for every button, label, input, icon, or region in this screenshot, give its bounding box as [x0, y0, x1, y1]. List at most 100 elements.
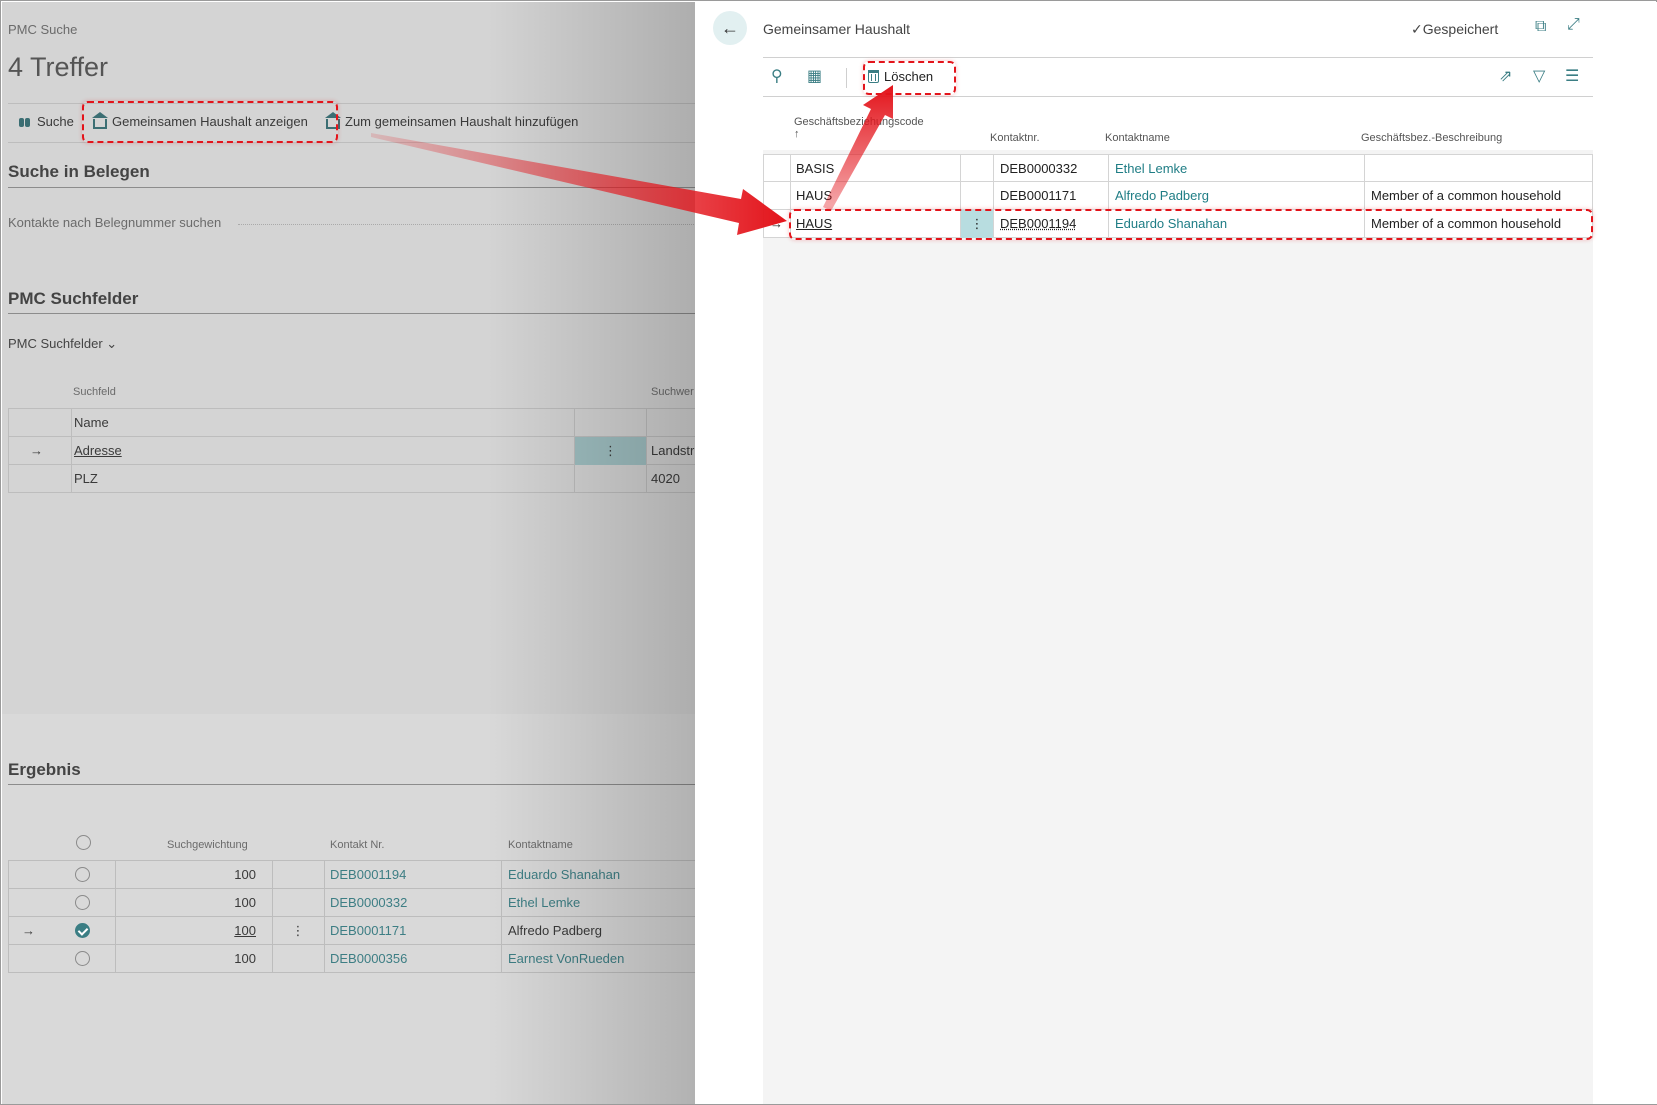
- column-header-contact-no[interactable]: Kontaktnr.: [990, 132, 1040, 144]
- section-divider: [8, 313, 695, 314]
- show-household-action[interactable]: Gemeinsamen Haushalt anzeigen: [92, 111, 308, 129]
- value-cell: Landstr: [651, 443, 695, 458]
- expand-icon[interactable]: ⤢: [1567, 16, 1580, 34]
- result-table: 100 DEB0001194 Eduardo Shanahan 100 DEB0…: [8, 860, 695, 973]
- delete-button[interactable]: Löschen: [868, 69, 933, 84]
- back-button[interactable]: ←: [713, 11, 747, 45]
- search-fields-dropdown[interactable]: PMC Suchfelder ⌄: [8, 336, 117, 352]
- table-row[interactable]: 100 DEB0000332 Ethel Lemke: [8, 889, 695, 917]
- table-row-selected[interactable]: → HAUS ⋮ DEB0001194 Eduardo Shanahan Mem…: [763, 210, 1593, 238]
- filter-icon[interactable]: ▽: [1533, 66, 1545, 86]
- description-cell: Member of a common household: [1371, 216, 1562, 231]
- add-household-icon: [325, 111, 341, 129]
- description-cell: [1371, 155, 1586, 183]
- row-menu-icon[interactable]: ⋮: [961, 210, 993, 238]
- weight-cell: 100: [234, 951, 256, 966]
- column-header-weight: Suchgewichtung: [167, 839, 248, 851]
- search-icon[interactable]: ⚲: [771, 66, 783, 86]
- contact-no-link[interactable]: DEB0001171: [330, 917, 480, 945]
- contact-name-link[interactable]: Eduardo Shanahan: [1115, 210, 1345, 238]
- column-header-description[interactable]: Geschäftsbez.-Beschreibung: [1361, 132, 1502, 144]
- row-arrow-icon: →: [30, 443, 43, 458]
- add-household-label: Zum gemeinsamen Haushalt hinzufügen: [345, 114, 579, 129]
- table-row[interactable]: 100 DEB0000356 Earnest VonRueden: [8, 945, 695, 973]
- row-radio[interactable]: [75, 951, 90, 966]
- saved-status-label: Gespeichert: [1422, 21, 1499, 37]
- screenshot-frame: PMC Suche 4 Treffer Suche Gemeinsamen Ha…: [0, 0, 1657, 1105]
- column-header-relation-code[interactable]: Geschäftsbeziehungscode ↑: [794, 116, 924, 140]
- table-row[interactable]: HAUS DEB0001171 Alfredo Padberg Member o…: [763, 182, 1593, 210]
- weight-cell: 100: [234, 895, 256, 910]
- weight-cell[interactable]: 100: [118, 917, 256, 945]
- table-row[interactable]: → Adresse ⋮ Landstr: [8, 437, 695, 465]
- relation-code-cell[interactable]: HAUS: [796, 182, 946, 210]
- row-menu-icon[interactable]: ⋮: [575, 437, 646, 465]
- contact-name-cell[interactable]: Alfredo Padberg: [508, 917, 695, 945]
- delete-button-label: Löschen: [884, 69, 934, 84]
- dialog-title: Gemeinsamer Haushalt: [763, 21, 911, 37]
- table-row[interactable]: Name: [8, 409, 695, 437]
- row-arrow-icon: →: [770, 216, 783, 231]
- saved-status: ✓Gespeichert: [1411, 21, 1498, 38]
- page-caption: PMC Suche: [8, 22, 78, 37]
- contact-name-link[interactable]: Ethel Lemke: [508, 889, 695, 917]
- result-section-title: Ergebnis: [8, 760, 81, 779]
- column-header-contact-name: Kontaktname: [508, 839, 573, 851]
- open-new-window-icon[interactable]: ⧉: [1535, 18, 1546, 36]
- add-household-action[interactable]: Zum gemeinsamen Haushalt hinzufügen: [325, 111, 579, 129]
- document-search-label: Kontakte nach Belegnummer suchen: [8, 215, 222, 230]
- value-cell: 4020: [651, 471, 680, 486]
- table-row[interactable]: → 100 ⋮ DEB0001171 Alfredo Padberg: [8, 917, 695, 945]
- contact-no-link[interactable]: DEB0000356: [330, 945, 480, 973]
- page-title: 4 Treffer: [8, 52, 109, 82]
- search-action[interactable]: Suche: [18, 114, 74, 129]
- field-cell: PLZ: [74, 471, 98, 486]
- field-cell: Name: [74, 415, 109, 430]
- table-row[interactable]: 100 DEB0001194 Eduardo Shanahan: [8, 861, 695, 889]
- contact-no-link[interactable]: DEB0001194: [330, 861, 480, 889]
- search-action-label: Suche: [37, 114, 74, 129]
- household-icon: [92, 111, 108, 129]
- column-header-relation-code-label: Geschäftsbeziehungscode: [794, 116, 924, 128]
- arrow-left-icon: ←: [721, 17, 739, 38]
- row-radio[interactable]: [75, 867, 90, 882]
- document-search-input[interactable]: [238, 224, 695, 225]
- weight-cell: 100: [234, 867, 256, 882]
- action-bar: Suche Gemeinsamen Haushalt anzeigen Zum …: [8, 103, 695, 143]
- toolbar-separator: [846, 68, 847, 88]
- layout-icon[interactable]: ▦: [807, 66, 822, 86]
- select-all-radio[interactable]: [76, 835, 91, 850]
- table-row[interactable]: PLZ 4020: [8, 465, 695, 493]
- list-view-icon[interactable]: ☰: [1565, 66, 1579, 86]
- share-icon[interactable]: ⇗: [1499, 66, 1512, 86]
- show-household-label: Gemeinsamen Haushalt anzeigen: [112, 114, 308, 129]
- description-cell: Member of a common household: [1371, 188, 1562, 203]
- contact-name-link[interactable]: Ethel Lemke: [1115, 155, 1345, 183]
- chevron-down-icon: ⌄: [106, 336, 118, 351]
- contact-no-link[interactable]: DEB0000332: [330, 889, 480, 917]
- contact-name-link[interactable]: Eduardo Shanahan: [508, 861, 695, 889]
- row-menu-icon[interactable]: ⋮: [272, 917, 324, 945]
- contact-no-cell[interactable]: DEB0000332: [1000, 155, 1110, 183]
- section-divider: [8, 784, 695, 785]
- check-icon: ✓: [1411, 21, 1423, 37]
- contact-no-cell[interactable]: DEB0001194: [1000, 210, 1110, 238]
- row-radio[interactable]: [75, 895, 90, 910]
- documents-section-title: Suche in Belegen: [8, 162, 150, 181]
- contact-name-link[interactable]: Earnest VonRueden: [508, 945, 695, 973]
- table-row[interactable]: BASIS DEB0000332 Ethel Lemke: [763, 154, 1593, 183]
- relation-code-cell[interactable]: HAUS: [796, 210, 946, 238]
- column-header-field: Suchfeld: [73, 386, 116, 398]
- section-divider: [8, 187, 695, 188]
- relation-code-cell[interactable]: BASIS: [796, 155, 946, 183]
- row-radio-checked[interactable]: [75, 923, 90, 938]
- contact-no-cell[interactable]: DEB0001171: [1000, 182, 1110, 210]
- column-header-contact-name[interactable]: Kontaktname: [1105, 132, 1170, 144]
- binoculars-icon: [18, 115, 32, 129]
- contact-name-link[interactable]: Alfredo Padberg: [1115, 182, 1345, 210]
- field-cell[interactable]: Adresse: [74, 437, 474, 465]
- column-header-value: Suchwer: [651, 386, 694, 398]
- value-cell: [651, 409, 695, 437]
- search-fields-dropdown-label: PMC Suchfelder: [8, 336, 103, 351]
- toolbar-divider: [763, 96, 1593, 97]
